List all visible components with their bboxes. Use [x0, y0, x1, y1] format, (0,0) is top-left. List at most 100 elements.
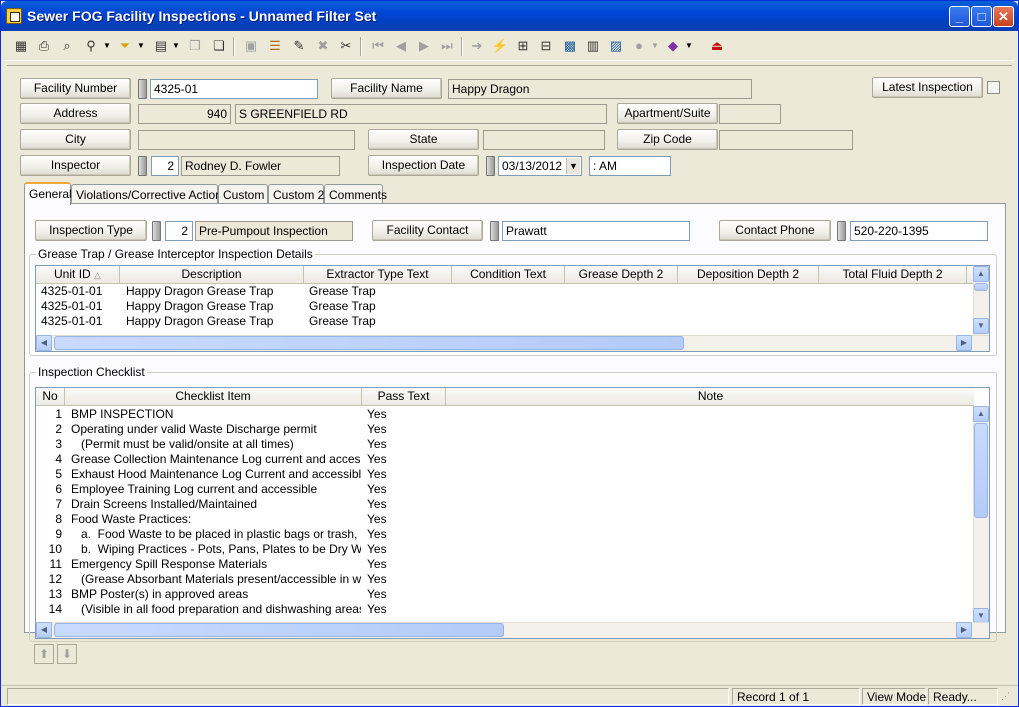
table-row[interactable]: 12 (Grease Absorbant Materials present/a… — [36, 572, 974, 587]
lightning-icon[interactable]: ⚡ — [490, 36, 510, 56]
latest-inspection-button[interactable]: Latest Inspection — [872, 77, 983, 98]
book-dropdown-icon[interactable]: ▼ — [685, 41, 693, 51]
grease-trap-horizontal-scrollbar[interactable]: ◀ ▶ — [36, 335, 989, 351]
column-header-no[interactable]: No — [36, 388, 65, 406]
table-row[interactable]: 8 Food Waste Practices: Yes — [36, 512, 974, 527]
table-row[interactable]: 11 Emergency Spill Response Materials Yes — [36, 557, 974, 572]
find-icon[interactable]: ⚲ — [81, 36, 101, 56]
resize-grip-icon[interactable]: ⋰ — [1001, 691, 1010, 702]
maximize-button[interactable]: □ — [971, 6, 992, 27]
scroll-down-icon[interactable]: ▼ — [973, 318, 989, 334]
contact-phone-button[interactable]: Contact Phone — [719, 220, 831, 241]
address-button[interactable]: Address — [20, 103, 131, 124]
find-dropdown-icon[interactable]: ▼ — [103, 41, 111, 51]
table-row[interactable]: 9 a. Food Waste to be placed in plastic … — [36, 527, 974, 542]
zip-code-button[interactable]: Zip Code — [617, 129, 718, 150]
calculator-icon[interactable]: ▥ — [583, 36, 603, 56]
table-row[interactable]: 5 Exhaust Hood Maintenance Log Current an… — [36, 467, 974, 482]
facility-name-button[interactable]: Facility Name — [331, 78, 442, 99]
stack-icon[interactable]: ☰ — [265, 36, 285, 56]
facility-number-button[interactable]: Facility Number — [20, 78, 131, 99]
inspection-time-field[interactable]: : AM — [589, 156, 671, 176]
inspector-button[interactable]: Inspector — [20, 155, 131, 176]
city-button[interactable]: City — [20, 129, 131, 150]
cut-icon[interactable]: ✂ — [336, 36, 356, 56]
table-row[interactable]: 2 Operating under valid Waste Discharge p… — [36, 422, 974, 437]
scroll-thumb[interactable] — [974, 283, 988, 291]
scroll-thumb[interactable] — [974, 423, 988, 518]
column-header-unit-id[interactable]: Unit ID △ — [36, 266, 120, 284]
map-layers-icon[interactable]: ▨ — [606, 36, 626, 56]
org-chart-icon[interactable]: ⊟ — [536, 36, 556, 56]
inspection-date-handle[interactable] — [486, 156, 495, 176]
tab-general[interactable]: General — [24, 182, 72, 205]
grease-trap-vertical-scrollbar[interactable]: ▲ ▼ — [973, 266, 989, 335]
new-dropdown-icon[interactable]: ▼ — [172, 41, 180, 51]
column-header-checklist-item[interactable]: Checklist Item — [65, 388, 362, 406]
print-preview-icon[interactable]: ⌕ — [57, 36, 77, 56]
scroll-thumb[interactable] — [54, 623, 504, 637]
inspection-date-button[interactable]: Inspection Date — [368, 155, 479, 176]
column-header-pass-text[interactable]: Pass Text — [362, 388, 446, 406]
date-dropdown-icon[interactable]: ▼ — [566, 158, 580, 174]
clipboard-icon[interactable]: ❏ — [209, 36, 229, 56]
facility-number-handle[interactable] — [138, 79, 147, 99]
inspection-type-button[interactable]: Inspection Type — [35, 220, 147, 241]
tab-violations[interactable]: Violations/Corrective Actions — [71, 184, 228, 204]
column-header-deposition-depth[interactable]: Deposition Depth 2 — [678, 266, 819, 284]
print-icon[interactable]: ⎙ — [34, 36, 54, 56]
scroll-right-icon[interactable]: ▶ — [956, 622, 972, 638]
checklist-horizontal-scrollbar[interactable]: ◀ ▶ — [36, 622, 989, 638]
tab-custom[interactable]: Custom — [218, 184, 268, 204]
facility-contact-handle[interactable] — [490, 221, 499, 241]
inspection-type-id-field[interactable]: 2 — [165, 221, 193, 241]
edit-icon[interactable]: ✎ — [289, 36, 309, 56]
column-header-description[interactable]: Description — [120, 266, 304, 284]
scroll-up-icon[interactable]: ▲ — [973, 266, 989, 282]
inspection-type-handle[interactable] — [152, 221, 161, 241]
scroll-right-icon[interactable]: ▶ — [956, 335, 972, 351]
column-header-extractor-type[interactable]: Extractor Type Text — [304, 266, 452, 284]
table-row[interactable]: 6 Employee Training Log current and acces… — [36, 482, 974, 497]
column-header-grease-depth[interactable]: Grease Depth 2 — [565, 266, 678, 284]
column-header-total-fluid-depth[interactable]: Total Fluid Depth 2 — [819, 266, 967, 284]
close-button[interactable]: ✕ — [993, 6, 1014, 27]
table-row[interactable]: 4325-01-01 Happy Dragon Grease Trap Grea… — [36, 299, 974, 314]
table-row[interactable]: 4325-01-01 Happy Dragon Grease Trap Grea… — [36, 284, 974, 299]
inspector-id-field[interactable]: 2 — [151, 156, 179, 176]
grid-icon[interactable]: ▦ — [11, 36, 31, 56]
tab-comments[interactable]: Comments — [324, 184, 387, 204]
contact-phone-field[interactable]: 520-220-1395 — [850, 221, 988, 241]
filter-icon[interactable]: ⏷ — [115, 36, 135, 56]
apartment-button[interactable]: Apartment/Suite — [617, 103, 718, 124]
inspector-handle[interactable] — [138, 156, 147, 176]
table-row[interactable]: 1 BMP INSPECTION Yes — [36, 407, 974, 422]
filter-dropdown-icon[interactable]: ▼ — [137, 41, 145, 51]
scroll-left-icon[interactable]: ◀ — [36, 335, 52, 351]
checklist-vertical-scrollbar[interactable]: ▲ ▼ — [973, 406, 989, 625]
facility-number-field[interactable]: 4325-01 — [150, 79, 318, 99]
scroll-left-icon[interactable]: ◀ — [36, 622, 52, 638]
table-row[interactable]: 14 (Visible in all food preparation and … — [36, 602, 974, 617]
table-row[interactable]: 7 Drain Screens Installed/Maintained Yes — [36, 497, 974, 512]
table-row[interactable]: 3 (Permit must be valid/onsite at all ti… — [36, 437, 974, 452]
table-row[interactable]: 13 BMP Poster(s) in approved areas Yes — [36, 587, 974, 602]
table-row[interactable]: 10 b. Wiping Practices - Pots, Pans, Pla… — [36, 542, 974, 557]
scroll-thumb[interactable] — [54, 336, 684, 350]
facility-contact-field[interactable]: Prawatt — [502, 221, 690, 241]
latest-inspection-checkbox[interactable] — [987, 81, 1000, 94]
tab-custom-2[interactable]: Custom 2 — [268, 184, 324, 204]
book-icon[interactable]: ◆ — [663, 36, 683, 56]
facility-contact-button[interactable]: Facility Contact — [372, 220, 483, 241]
minimize-button[interactable]: _ — [949, 6, 970, 27]
table-row[interactable]: 4325-01-01 Happy Dragon Grease Trap Grea… — [36, 314, 974, 329]
table-row[interactable]: 4 Grease Collection Maintenance Log curre… — [36, 452, 974, 467]
title-bar[interactable]: Sewer FOG Facility Inspections - Unnamed… — [1, 1, 1018, 31]
inspection-date-field[interactable]: 03/13/2012 ▼ — [498, 156, 582, 176]
exit-icon[interactable]: ⏏ — [707, 36, 727, 56]
column-header-condition[interactable]: Condition Text — [452, 266, 565, 284]
scroll-up-icon[interactable]: ▲ — [973, 406, 989, 422]
state-button[interactable]: State — [368, 129, 479, 150]
tree-icon[interactable]: ⊞ — [513, 36, 533, 56]
new-record-icon[interactable]: ▤ — [151, 36, 171, 56]
